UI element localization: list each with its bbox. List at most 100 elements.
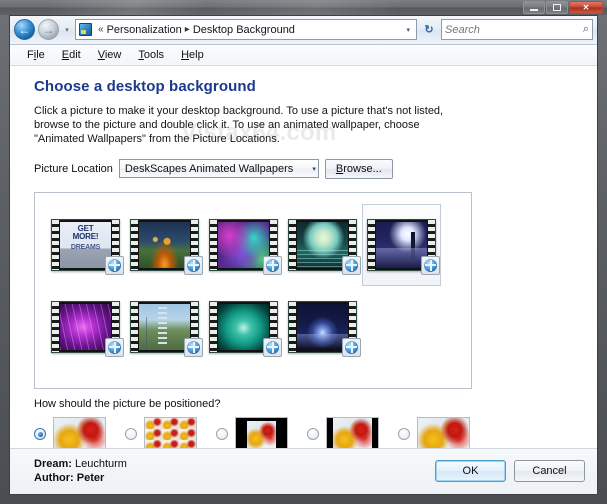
- menu-file-pre: F: [27, 48, 34, 61]
- footer-buttons: OK Cancel: [435, 460, 585, 483]
- get-more-line2: MORE!: [72, 231, 99, 241]
- radio-center[interactable]: [216, 428, 228, 441]
- browse-post: rowse...: [343, 162, 382, 175]
- thumbnail-moon-over-sea[interactable]: [283, 204, 362, 286]
- film-perforations-left: [131, 301, 138, 352]
- breadcrumb-item-desktop-background[interactable]: Desktop Background: [193, 24, 295, 36]
- thumbnail-roller-coaster[interactable]: [125, 286, 204, 368]
- thumbnail-colorful-nebula[interactable]: [204, 204, 283, 286]
- picture-location-row: Picture Location DeskScapes Animated Wal…: [34, 158, 579, 179]
- menu-help-post: elp: [189, 48, 204, 61]
- thumbnail-image: [139, 221, 190, 268]
- thumbnail-moonrise-over-water[interactable]: [283, 286, 362, 368]
- menu-item-help[interactable]: Help: [173, 47, 213, 63]
- thumbnail-image: [139, 303, 190, 350]
- refresh-icon[interactable]: ↻: [420, 23, 438, 36]
- gallery-empty-cell: [362, 286, 441, 368]
- film-perforations-left: [368, 219, 375, 270]
- position-option-fit[interactable]: [307, 416, 398, 448]
- chevron-down-icon[interactable]: ▾: [308, 165, 316, 173]
- film-frame: [288, 300, 361, 357]
- ok-button[interactable]: OK: [435, 460, 506, 483]
- menu-item-edit[interactable]: Edit: [54, 47, 90, 63]
- film-perforations-left: [52, 219, 59, 270]
- film-frame: [209, 300, 282, 357]
- thumbnail-get-more-dreams[interactable]: GET MORE! DREAMS: [46, 204, 125, 286]
- animated-wallpaper-badge-icon: [342, 255, 361, 275]
- radio-fit[interactable]: [307, 428, 319, 441]
- radio-tile[interactable]: [125, 428, 137, 441]
- animated-wallpaper-badge-icon: [105, 337, 124, 357]
- page-description: Click a picture to make it your desktop …: [34, 104, 444, 145]
- wallpaper-gallery[interactable]: GET MORE! DREAMS: [34, 191, 472, 389]
- personalization-icon: [79, 23, 92, 37]
- breadcrumb[interactable]: « Personalization ▸ Desktop Background ▾: [75, 19, 417, 41]
- picture-location-value: DeskScapes Animated Wallpapers: [124, 162, 294, 175]
- menu-item-file[interactable]: File: [19, 47, 54, 63]
- breadcrumb-item-personalization[interactable]: Personalization: [107, 24, 182, 36]
- thumbnail-image: [297, 221, 348, 268]
- window-frame: ✕ ← → ▾ « Personalization ▸ Desktop Back…: [0, 0, 607, 504]
- film-perforations-left: [210, 219, 217, 270]
- animated-wallpaper-badge-icon: [421, 255, 440, 275]
- get-more-line3: DREAMS: [70, 243, 101, 251]
- maximize-button[interactable]: [546, 1, 568, 14]
- menu-edit-post: dit: [69, 48, 81, 61]
- preview-fill[interactable]: [417, 416, 470, 448]
- author-label: Author:: [34, 472, 74, 485]
- thumbnail-purple-lightning[interactable]: [46, 286, 125, 368]
- search-input[interactable]: [445, 23, 583, 36]
- position-option-center[interactable]: [216, 416, 307, 448]
- browse-button[interactable]: Browse...: [324, 158, 393, 179]
- thumbnail-halloween-pumpkins[interactable]: [125, 204, 204, 286]
- picture-location-label: Picture Location: [34, 162, 113, 175]
- minimize-button[interactable]: [523, 1, 545, 14]
- breadcrumb-prefix: «: [98, 24, 104, 36]
- title-bar[interactable]: ✕: [0, 0, 607, 15]
- close-button[interactable]: ✕: [569, 1, 603, 14]
- preview-fit[interactable]: [326, 416, 379, 448]
- thumbnail-teal-orb[interactable]: [204, 286, 283, 368]
- thumbnail-leuchturm-selected[interactable]: [362, 203, 441, 286]
- menu-edit-key: E: [61, 48, 70, 61]
- film-frame: GET MORE! DREAMS: [51, 218, 124, 275]
- dream-info: Dream: Leuchturm Author: Peter: [34, 457, 127, 485]
- thumbnail-image: [376, 221, 427, 268]
- radio-stretch[interactable]: [34, 428, 46, 441]
- menu-item-tools[interactable]: Tools: [130, 47, 173, 63]
- thumbnail-image: GET MORE! DREAMS: [60, 221, 111, 268]
- forward-button[interactable]: →: [38, 19, 59, 41]
- menu-file-post: le: [36, 48, 45, 61]
- position-option-tile[interactable]: [125, 416, 216, 448]
- chevron-down-icon[interactable]: ▾: [402, 26, 414, 34]
- menu-item-view[interactable]: View: [90, 47, 131, 63]
- film-frame: [130, 300, 203, 357]
- menu-tools-post: ools: [143, 48, 165, 61]
- position-option-fill[interactable]: [398, 416, 489, 448]
- search-box[interactable]: ⌕: [441, 19, 593, 41]
- search-icon[interactable]: ⌕: [583, 23, 589, 36]
- film-perforations-left: [131, 219, 138, 270]
- author-value: Peter: [76, 472, 105, 485]
- preview-tile[interactable]: [144, 416, 197, 448]
- radio-fill[interactable]: [398, 428, 410, 441]
- preview-stretch[interactable]: [53, 416, 106, 448]
- menu-bar: File Edit View Tools Help: [10, 44, 597, 66]
- position-option-stretch[interactable]: [34, 416, 125, 448]
- film-frame: [288, 218, 361, 275]
- thumbnail-image: [218, 221, 269, 268]
- thumbnail-image: [218, 303, 269, 350]
- animated-wallpaper-badge-icon: [184, 337, 203, 357]
- film-perforations-left: [52, 301, 59, 352]
- film-frame: [130, 218, 203, 275]
- preview-center[interactable]: [235, 416, 288, 448]
- animated-wallpaper-badge-icon: [342, 337, 361, 357]
- window-controls: ✕: [523, 1, 603, 14]
- film-frame: [209, 218, 282, 275]
- gallery-row-1: GET MORE! DREAMS: [46, 203, 471, 286]
- history-dropdown-icon[interactable]: ▾: [62, 26, 72, 34]
- back-button[interactable]: ←: [14, 19, 35, 41]
- picture-location-select[interactable]: DeskScapes Animated Wallpapers ▾: [118, 159, 319, 179]
- animated-wallpaper-badge-icon: [105, 255, 124, 275]
- cancel-button[interactable]: Cancel: [514, 460, 585, 483]
